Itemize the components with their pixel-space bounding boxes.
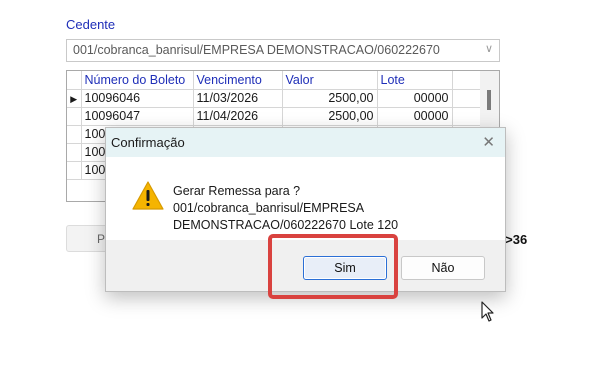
row-indicator [67, 161, 82, 180]
cedente-value: 001/cobranca_banrisul/EMPRESA DEMONSTRAC… [73, 43, 440, 57]
no-button[interactable]: Não [401, 256, 485, 280]
cedente-select[interactable]: 001/cobranca_banrisul/EMPRESA DEMONSTRAC… [66, 39, 500, 62]
column-header-vencimento[interactable]: Vencimento [193, 71, 283, 90]
process-button-label: P [97, 232, 106, 246]
column-header-valor[interactable]: Valor [282, 71, 378, 90]
column-header-empty [452, 71, 481, 90]
chevron-down-icon[interactable]: ∨ [485, 42, 493, 55]
cedente-label: Cedente [66, 17, 116, 32]
cell-lote[interactable]: 00000 [377, 107, 453, 126]
top-bar [0, 0, 603, 8]
highlight-box [268, 234, 398, 299]
row-indicator [67, 107, 82, 126]
dialog-titlebar[interactable]: Confirmação ✕ [106, 128, 505, 157]
cell-numero-boleto[interactable]: 10096046 [81, 89, 194, 108]
scrollbar-thumb[interactable] [487, 90, 491, 110]
cell-valor[interactable]: 2500,00 [282, 89, 378, 108]
dialog-message: Gerar Remessa para ? 001/cobranca_banris… [173, 184, 399, 232]
grid-header-row: Número do Boleto Vencimento Valor Lote [67, 71, 481, 90]
cell-valor[interactable]: 2500,00 [282, 107, 378, 126]
table-row[interactable]: ▶ 10096046 11/03/2026 2500,00 00000 [67, 89, 481, 108]
warning-icon [132, 181, 164, 210]
table-row[interactable]: 10096047 11/04/2026 2500,00 00000 [67, 107, 481, 126]
close-icon[interactable]: ✕ [482, 133, 495, 151]
cell-empty [452, 107, 481, 126]
cell-vencimento[interactable]: 11/04/2026 [193, 107, 283, 126]
dialog-title: Confirmação [111, 135, 185, 150]
dialog-body: Gerar Remessa para ? 001/cobranca_banris… [106, 157, 505, 240]
cell-numero-boleto[interactable]: 10096047 [81, 107, 194, 126]
column-header-numero-boleto[interactable]: Número do Boleto [81, 71, 194, 90]
grid-header-indicator [67, 71, 82, 90]
current-row-indicator-icon: ▶ [67, 89, 82, 108]
row-indicator [67, 143, 82, 162]
cell-empty [452, 89, 481, 108]
mouse-cursor-icon [481, 301, 494, 322]
row-indicator [67, 125, 82, 144]
column-header-lote[interactable]: Lote [377, 71, 453, 90]
cell-vencimento[interactable]: 11/03/2026 [193, 89, 283, 108]
cell-lote[interactable]: 00000 [377, 89, 453, 108]
